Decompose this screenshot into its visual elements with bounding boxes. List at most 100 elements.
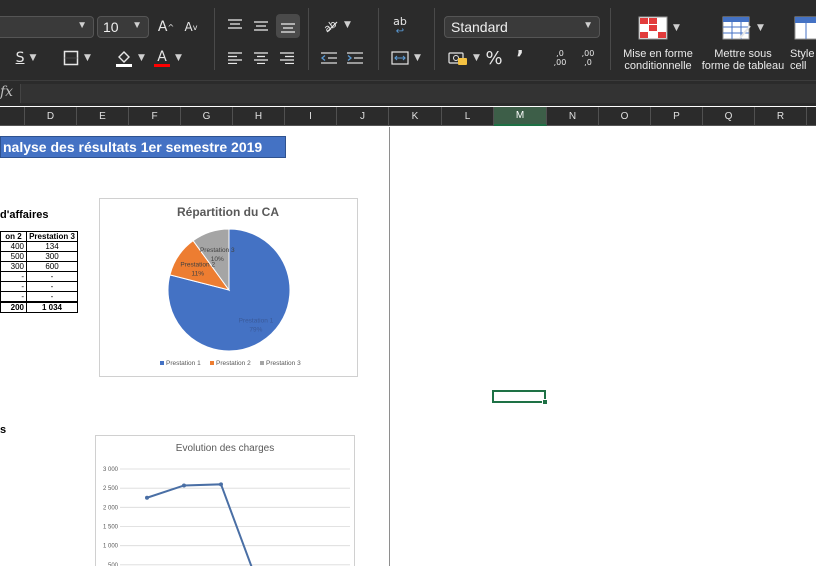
- column-header-g[interactable]: G: [181, 107, 233, 126]
- line-series[interactable]: [146, 483, 258, 566]
- column-headers: DEFGHIJKLMNOPQR: [0, 107, 816, 126]
- column-header-m[interactable]: M: [494, 107, 547, 126]
- font-name-select[interactable]: ▼: [0, 16, 94, 38]
- table-row: --: [0, 271, 78, 282]
- borders-button[interactable]: ▼: [58, 47, 96, 69]
- align-middle-button[interactable]: [250, 14, 272, 36]
- line-point[interactable]: [145, 495, 149, 500]
- align-right-button[interactable]: [276, 47, 298, 69]
- decrease-decimal-icon: ,00: [581, 49, 595, 58]
- decrease-indent-button[interactable]: [318, 47, 340, 69]
- column-header-j[interactable]: J: [337, 107, 389, 126]
- shrink-font-icon: A: [184, 20, 193, 34]
- section-heading-ca[interactable]: d'affaires: [0, 209, 48, 221]
- text-orientation-icon: ab: [322, 19, 339, 33]
- column-header-r[interactable]: R: [755, 107, 807, 126]
- table-cell[interactable]: 300: [26, 251, 78, 262]
- table-cell[interactable]: 300: [0, 261, 27, 272]
- align-left-button[interactable]: [224, 47, 246, 69]
- font-color-button[interactable]: A ▼: [150, 47, 186, 69]
- pie-chart-svg: Répartition du CA Prestation 1 79% Prestati…: [160, 205, 301, 367]
- grow-font-button[interactable]: A ^: [156, 16, 176, 38]
- percent-button[interactable]: %: [482, 47, 506, 69]
- table-cell[interactable]: -: [26, 291, 78, 303]
- column-header-l[interactable]: L: [442, 107, 494, 126]
- table-header-cell[interactable]: Prestation 3: [26, 231, 78, 242]
- column-header-h[interactable]: H: [233, 107, 285, 126]
- pie-data-label: Prestation 1: [239, 318, 274, 325]
- table-total-cell[interactable]: 200: [0, 301, 27, 313]
- align-top-button[interactable]: [224, 14, 246, 36]
- column-header-p[interactable]: P: [651, 107, 703, 126]
- chevron-down-icon: ▼: [344, 20, 351, 30]
- grow-font-icon: A: [157, 19, 168, 35]
- percent-icon: %: [485, 47, 503, 69]
- column-header-o[interactable]: O: [599, 107, 651, 126]
- table-cell[interactable]: 400: [0, 241, 27, 252]
- font-size-select[interactable]: 10 ▼: [97, 16, 149, 38]
- formula-input[interactable]: [20, 84, 816, 103]
- ribbon-separator: [308, 8, 309, 70]
- format-as-table-button[interactable]: ▼: [720, 14, 766, 42]
- column-header-f[interactable]: F: [129, 107, 181, 126]
- conditional-formatting-button[interactable]: ▼: [636, 14, 682, 42]
- table-cell[interactable]: -: [0, 271, 27, 282]
- table-header-cell[interactable]: on 2: [0, 231, 27, 242]
- column-header-d[interactable]: D: [25, 107, 77, 126]
- conditional-formatting-label: Mise en forme conditionnelle: [618, 48, 698, 72]
- y-tick-label: 1 500: [103, 525, 119, 531]
- table-cell[interactable]: 600: [26, 261, 78, 272]
- increase-indent-button[interactable]: [344, 47, 366, 69]
- column-header-k[interactable]: K: [389, 107, 442, 126]
- decrease-decimal-button[interactable]: ,00,0: [576, 46, 600, 70]
- section-heading-charges[interactable]: s: [0, 424, 6, 436]
- fill-handle[interactable]: [542, 399, 548, 405]
- svg-text:ab: ab: [322, 19, 339, 33]
- sheet-title-cell[interactable]: nalyse des résultats 1er semestre 2019: [0, 136, 286, 158]
- pie-chart[interactable]: Répartition du CA Prestation 1 79% Prestati…: [99, 198, 358, 377]
- pie-data-label: Prestation 3: [200, 247, 235, 254]
- comma-style-button[interactable]: ’: [509, 46, 531, 70]
- merge-center-button[interactable]: ▼: [388, 47, 424, 69]
- table-row: 400 134: [0, 241, 78, 252]
- shrink-font-button[interactable]: Av: [181, 16, 201, 38]
- accounting-format-button[interactable]: ▼: [446, 47, 482, 69]
- accounting-icon: [448, 52, 468, 65]
- table-total-row: 200 1 034: [0, 301, 78, 313]
- increase-decimal-button[interactable]: ,0,00: [548, 46, 572, 70]
- conditional-formatting-text: Mise en forme conditionnelle: [623, 48, 693, 72]
- wrap-text-icon: ab: [393, 14, 407, 28]
- increase-indent-icon: [347, 52, 363, 64]
- column-header-partial[interactable]: [0, 107, 25, 126]
- fill-color-button[interactable]: ▼: [110, 47, 150, 69]
- column-header-q[interactable]: Q: [703, 107, 755, 126]
- column-header-e[interactable]: E: [77, 107, 129, 126]
- table-cell[interactable]: 134: [26, 241, 78, 252]
- pie-data-label: 79%: [249, 327, 262, 334]
- wrap-text-button[interactable]: ab ↩: [388, 14, 412, 38]
- line-point[interactable]: [219, 482, 223, 487]
- table-cell[interactable]: -: [0, 291, 27, 303]
- conditional-formatting-icon: [638, 16, 668, 40]
- column-header-i[interactable]: I: [285, 107, 337, 126]
- orientation-button[interactable]: ab ▼: [318, 14, 354, 36]
- line-chart[interactable]: Evolution des charges 3 000 2 500 2 000 1 50…: [95, 435, 355, 566]
- cell-styles-button[interactable]: [794, 14, 816, 42]
- table-cell[interactable]: 500: [0, 251, 27, 262]
- table-total-cell[interactable]: 1 034: [26, 301, 78, 313]
- ribbon-separator: [214, 8, 215, 70]
- worksheet-grid[interactable]: nalyse des résultats 1er semestre 2019 d…: [0, 127, 816, 566]
- column-header-n[interactable]: N: [547, 107, 599, 126]
- line-point[interactable]: [182, 483, 186, 488]
- font-color-icon: A: [154, 49, 171, 67]
- number-format-select[interactable]: Standard ▼: [444, 16, 600, 38]
- underline-button[interactable]: S ▼: [8, 47, 44, 69]
- table-cell[interactable]: -: [0, 281, 27, 292]
- align-bottom-button[interactable]: [276, 14, 300, 38]
- table-cell[interactable]: -: [26, 271, 78, 282]
- active-cell-selection[interactable]: [492, 390, 548, 405]
- fx-icon[interactable]: fx: [0, 84, 13, 100]
- align-center-button[interactable]: [250, 47, 272, 69]
- table-cell[interactable]: -: [26, 281, 78, 292]
- page-break-line: [389, 127, 390, 566]
